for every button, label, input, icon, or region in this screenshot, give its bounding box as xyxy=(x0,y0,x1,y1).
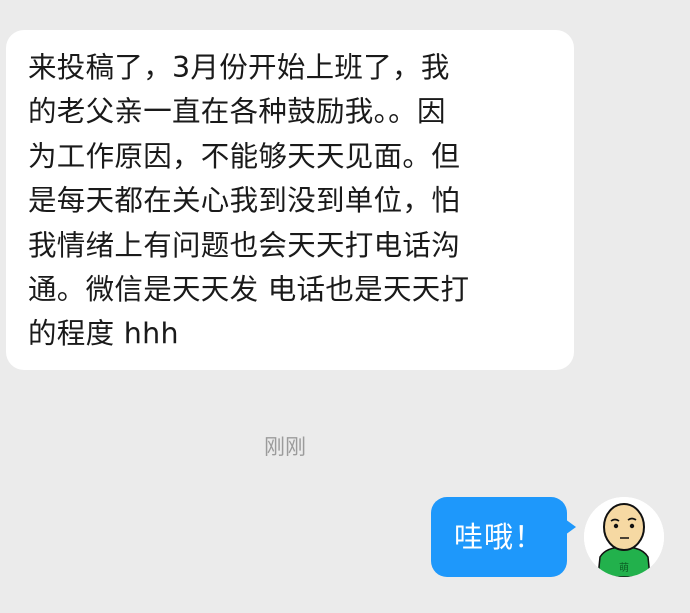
incoming-message-bubble[interactable]: 来投稿了，3月份开始上班了，我 的老父亲一直在各种鼓励我。。因 为工作原因，不能… xyxy=(6,30,574,370)
incoming-message-text: 来投稿了，3月份开始上班了，我 的老父亲一直在各种鼓励我。。因 为工作原因，不能… xyxy=(28,51,470,351)
message-timestamp: 刚刚 xyxy=(264,435,306,459)
outgoing-message-bubble[interactable]: 哇哦！ xyxy=(431,497,576,577)
bubble-tail xyxy=(565,519,576,535)
avatar-shirt-label: 萌 xyxy=(619,561,629,574)
user-avatar[interactable]: 萌 xyxy=(584,497,664,577)
message-list[interactable]: 来投稿了，3月份开始上班了，我 的老父亲一直在各种鼓励我。。因 为工作原因，不能… xyxy=(0,0,690,613)
outgoing-message-text: 哇哦！ xyxy=(453,520,544,554)
cartoon-bean-face-avatar-icon: 萌 xyxy=(584,497,664,577)
chat-screen: { "chat": { "incoming_message": { "text"… xyxy=(0,0,690,613)
